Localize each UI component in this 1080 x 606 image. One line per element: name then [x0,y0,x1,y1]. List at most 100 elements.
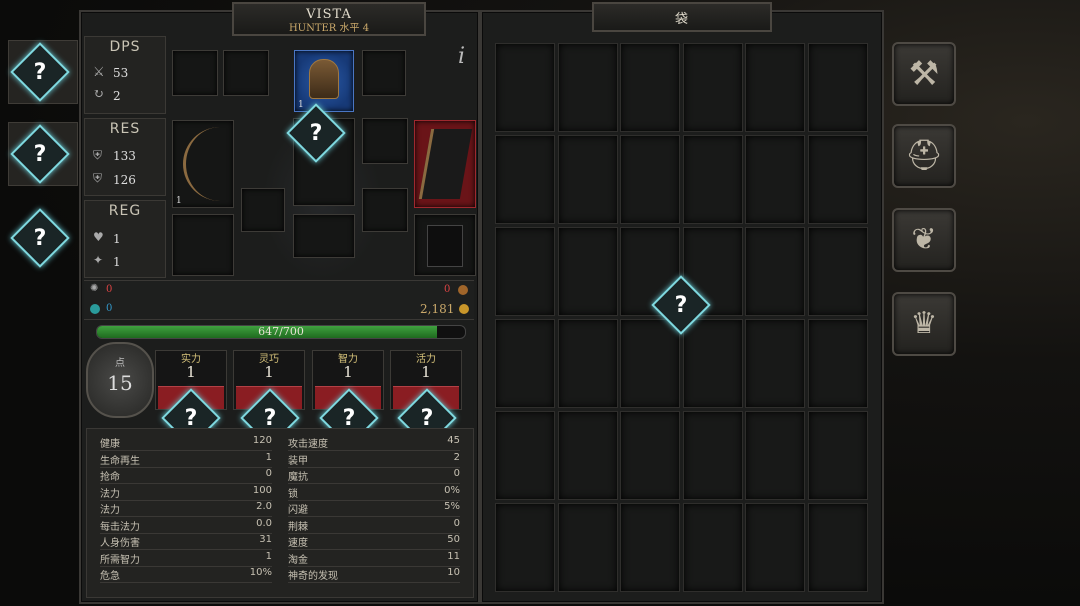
bag-title: 袋 [674,12,689,27]
status-left-2: 0 [106,303,113,314]
bag-slot[interactable] [557,43,618,132]
bag-slot[interactable] [557,227,618,316]
belt-slot[interactable] [293,214,355,258]
reg-label: REG [108,203,142,219]
reg-health-value: 1 [113,232,121,246]
bag-slot[interactable] [495,227,555,316]
stat-row: 健康 120 [100,435,272,451]
weapon-level: 1 [176,196,182,206]
stat-row: 人身伤害 31 [100,534,272,550]
reg-box: REG ♥ 1 ✦ 1 [84,200,166,278]
bag-slot[interactable] [620,43,680,132]
res-label: RES [109,121,141,137]
health-bar: 647/700 [96,325,466,339]
character-class-level: HUNTER 水平 4 [288,23,370,34]
orb-icon [458,285,468,295]
bag-slot[interactable] [745,319,805,408]
ring-slot-1[interactable] [172,50,218,96]
armor-category-button[interactable]: ⛑ [892,124,956,188]
attribute-value: 1 [421,363,431,381]
wings-category-button[interactable]: ❦ [892,208,956,272]
points-value: 15 [107,371,133,395]
bag-header: 袋 [592,2,772,32]
stat-row: 攻击速度 45 [288,435,460,451]
gem-icon [90,304,100,314]
stat-row: 危急 10% [100,567,272,583]
attribute-value: 1 [264,363,274,381]
gauntlet-slot[interactable] [172,214,234,276]
stat-row: 魔抗 0 [288,468,460,484]
bag-slot[interactable] [745,135,805,224]
weapons-category-button[interactable]: ⚒ [892,42,956,106]
bag-slot[interactable] [620,319,680,408]
bag-slot[interactable] [745,227,805,316]
bag-slot[interactable] [557,135,618,224]
stat-row: 锁 0% [288,485,460,501]
boots-icon [427,225,463,267]
speed-icon: ↻ [93,87,104,102]
bag-slot[interactable] [682,319,743,408]
reg-mana-value: 1 [113,255,121,269]
bag-slot[interactable] [745,411,805,500]
bag-slot[interactable] [807,43,868,132]
bag-slot[interactable] [807,227,868,316]
crown-category-button[interactable]: ♛ [892,292,956,356]
bag-slot[interactable] [807,135,868,224]
bag-slot[interactable] [807,503,868,592]
bag-slot[interactable] [495,503,555,592]
bag-slot[interactable] [495,319,555,408]
bag-slot[interactable] [745,43,805,132]
dps-label: DPS [109,39,141,55]
status-left-1: 0 [106,284,113,295]
stat-row: 法力 100 [100,485,272,501]
offhand-slot[interactable] [414,120,476,208]
bag-slot[interactable] [557,503,618,592]
magic-resist-icon: ⛨ [93,171,103,185]
hint-marker[interactable]: ? [10,208,70,268]
hint-marker[interactable]: ? [10,42,70,102]
dps-box: DPS ⚔ 53 ↻ 2 [84,36,166,114]
bag-slot[interactable] [682,135,743,224]
helmet-level: 1 [298,100,304,110]
spider-icon: ✺ [90,283,99,294]
bag-slot[interactable] [495,411,555,500]
bag-slot[interactable] [807,319,868,408]
bag-slot[interactable] [620,411,680,500]
hint-marker[interactable]: ? [10,124,70,184]
shoulder-slot[interactable] [362,118,408,164]
stat-row: 速度 50 [288,534,460,550]
bag-slot[interactable] [495,43,555,132]
bag-slot[interactable] [682,411,743,500]
bow-icon [183,127,220,201]
bag-slot[interactable] [620,135,680,224]
status-row [84,280,474,320]
points-disk: 点 15 [86,342,154,418]
bag-slot[interactable] [557,319,618,408]
dps-attack-value: 53 [113,66,129,80]
bag-slot[interactable] [495,135,555,224]
bracer-slot[interactable] [362,188,408,232]
stat-row: 每击法力 0.0 [100,518,272,534]
dps-speed-value: 2 [113,89,121,103]
bag-slot[interactable] [682,503,743,592]
crown-icon: ♛ [910,306,938,341]
boots-slot[interactable] [414,214,476,276]
bag-slot[interactable] [557,411,618,500]
bag-slot[interactable] [745,503,805,592]
res-armor-value: 133 [113,149,136,163]
helmet-slot[interactable]: 1 [294,50,354,112]
health-text: 647/700 [258,325,304,338]
stat-row: 淘金 11 [288,551,460,567]
status-right-1: 0 [444,284,451,295]
bag-slot[interactable] [620,503,680,592]
res-magic-value: 126 [113,173,136,187]
bag-slot[interactable] [807,411,868,500]
ring-slot-2[interactable] [223,50,269,96]
mana-icon: ✦ [93,253,104,267]
glove-slot[interactable] [241,188,285,232]
info-icon[interactable]: i [458,44,465,69]
amulet-slot[interactable] [362,50,406,96]
bag-slot[interactable] [682,43,743,132]
weapon-slot[interactable]: 1 [172,120,234,208]
armor-icon: ⛨ [93,148,103,162]
